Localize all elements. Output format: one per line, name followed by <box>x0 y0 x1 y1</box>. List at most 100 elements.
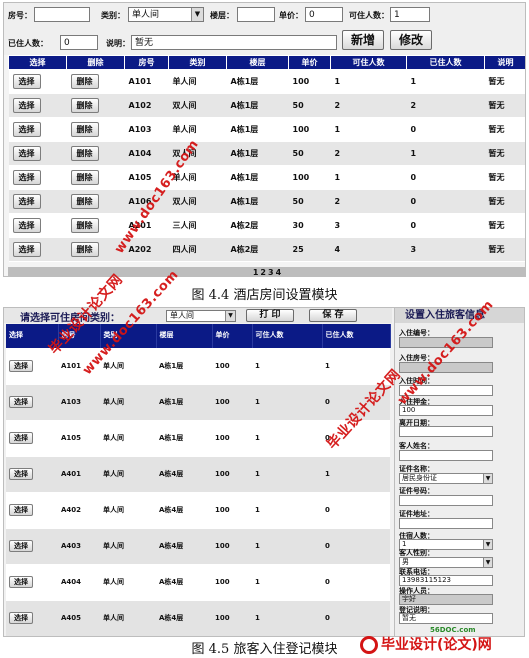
table-row: 选择 A401 单人间 A栋4层 100 1 1 <box>6 456 390 493</box>
delete-button[interactable]: 删除 <box>70 146 99 161</box>
id-no-input[interactable] <box>399 495 493 506</box>
delete-button[interactable]: 删除 <box>70 122 99 137</box>
select-button[interactable]: 选择 <box>9 576 33 588</box>
col-header: 删除 <box>66 55 125 70</box>
select-cell: 选择 <box>8 189 67 214</box>
note-input[interactable]: 暂无 <box>131 35 337 50</box>
leave-date-input[interactable] <box>399 426 493 437</box>
edit-button[interactable]: 修改 <box>390 30 432 50</box>
note-label: 说明： <box>106 39 130 48</box>
cell-price: 100 <box>288 69 331 94</box>
phone-input[interactable]: 13983115123 <box>399 575 493 586</box>
page-link[interactable]: 1 <box>253 268 259 276</box>
delete-button[interactable]: 删除 <box>70 74 99 89</box>
select-button[interactable]: 选择 <box>12 170 41 185</box>
logo-ring-icon <box>360 636 378 654</box>
cell-capacity: 1 <box>330 165 407 190</box>
select-button[interactable]: 选择 <box>12 242 41 257</box>
cell-price: 25 <box>288 237 331 262</box>
page-link[interactable]: 3 <box>268 268 274 276</box>
cell-capacity: 1 <box>252 600 322 636</box>
table-row: 选择 A103 单人间 A栋1层 100 1 0 <box>6 384 390 421</box>
select-button[interactable]: 选择 <box>9 396 33 408</box>
select-button[interactable]: 选择 <box>12 146 41 161</box>
note-input[interactable]: 暂无 <box>399 613 493 624</box>
deposit-input[interactable]: 100 <box>399 405 493 416</box>
add-button[interactable]: 新增 <box>342 30 384 50</box>
print-button[interactable]: 打 印 <box>246 309 294 322</box>
room-no-input[interactable] <box>34 7 90 22</box>
table-row: 选择 删除 A201 三人间 A栋2层 30 3 0 暂无 <box>8 213 525 238</box>
select-cell: 选择 <box>8 237 67 262</box>
table-row: 选择 删除 A105 单人间 A栋1层 100 1 0 暂无 <box>8 165 525 190</box>
table-row: 选择 删除 A101 单人间 A栋1层 100 1 1 暂无 <box>8 69 525 94</box>
page-link[interactable]: 2 <box>260 268 266 276</box>
cell-note: 暂无 <box>484 69 525 94</box>
occupied-input[interactable]: 0 <box>60 35 98 50</box>
delete-cell: 删除 <box>66 165 125 190</box>
type-select[interactable]: 单人间 ▼ <box>128 7 204 22</box>
cell-capacity: 1 <box>252 456 322 493</box>
cell-type: 单人间 <box>100 600 156 636</box>
cell-price: 100 <box>288 117 331 142</box>
cell-note: 暂无 <box>484 117 525 142</box>
cell-type: 双人间 <box>168 189 227 214</box>
cell-room: A402 <box>58 492 100 529</box>
select-button[interactable]: 选择 <box>9 540 33 552</box>
cell-capacity: 1 <box>252 528 322 565</box>
cell-price: 100 <box>212 600 252 636</box>
cell-price: 100 <box>212 348 252 385</box>
col-header: 可住人数 <box>330 55 407 70</box>
save-button[interactable]: 保 存 <box>309 309 357 322</box>
chevron-down-icon: ▼ <box>225 311 235 321</box>
select-cell: 选择 <box>8 117 67 142</box>
room-type-select[interactable]: 单人间 ▼ <box>166 310 236 322</box>
delete-button[interactable]: 删除 <box>70 218 99 233</box>
id-type-select[interactable]: 居民身份证 ▼ <box>399 473 493 484</box>
delete-button[interactable]: 删除 <box>70 194 99 209</box>
site-logo: 毕业设计(论文)网 56DOC.com <box>360 626 526 656</box>
table-row: 选择 A403 单人间 A栋4层 100 1 0 <box>6 528 390 565</box>
id-address-input[interactable] <box>399 518 493 529</box>
select-cell: 选择 <box>8 93 67 118</box>
cell-type: 四人间 <box>168 237 227 262</box>
cell-occupied: 0 <box>406 165 485 190</box>
cell-occupied: 1 <box>406 69 485 94</box>
delete-button[interactable]: 删除 <box>70 170 99 185</box>
select-cell: 选择 <box>6 420 58 457</box>
delete-cell: 删除 <box>66 141 125 166</box>
select-button[interactable]: 选择 <box>9 468 33 480</box>
select-button[interactable]: 选择 <box>9 359 33 372</box>
floor-input[interactable] <box>237 7 275 22</box>
price-input[interactable]: 0 <box>305 7 343 22</box>
select-button[interactable]: 选择 <box>12 218 41 233</box>
table-row: 选择 A405 单人间 A栋4层 100 1 0 <box>6 600 390 636</box>
cell-occupied: 1 <box>406 141 485 166</box>
capacity-input[interactable]: 1 <box>390 7 430 22</box>
cell-floor: A栋1层 <box>226 165 289 190</box>
cell-price: 100 <box>288 165 331 190</box>
guest-name-input[interactable] <box>399 450 493 461</box>
select-button[interactable]: 选择 <box>12 98 41 113</box>
select-button[interactable]: 选择 <box>12 74 41 89</box>
cell-capacity: 2 <box>330 93 407 118</box>
delete-button[interactable]: 删除 <box>70 98 99 113</box>
select-button[interactable]: 选择 <box>12 194 41 209</box>
page-link[interactable]: 4 <box>276 268 282 276</box>
price-label: 单价： <box>279 11 303 20</box>
room-setup-panel: 房号： 类别： 单人间 ▼ 楼层： 单价： 0 可住人数： 1 已住人数： 0 … <box>3 2 526 277</box>
cell-price: 100 <box>212 492 252 529</box>
select-button[interactable]: 选择 <box>12 122 41 137</box>
cell-floor: A栋1层 <box>226 141 289 166</box>
chevron-down-icon: ▼ <box>191 8 203 21</box>
select-button[interactable]: 选择 <box>9 432 33 444</box>
cell-room: A101 <box>124 69 169 94</box>
cell-occupied: 0 <box>322 528 390 565</box>
select-button[interactable]: 选择 <box>9 612 33 624</box>
col-header: 选择 <box>8 55 67 70</box>
cell-note: 暂无 <box>484 93 525 118</box>
capacity-label: 可住人数： <box>349 11 389 20</box>
available-room-table: 选择 房号 类别 楼层 单价 可住人数 已住人数 选择 A101 单人间 A栋1层 10… <box>6 324 391 636</box>
delete-button[interactable]: 删除 <box>70 242 99 257</box>
select-button[interactable]: 选择 <box>9 504 33 516</box>
